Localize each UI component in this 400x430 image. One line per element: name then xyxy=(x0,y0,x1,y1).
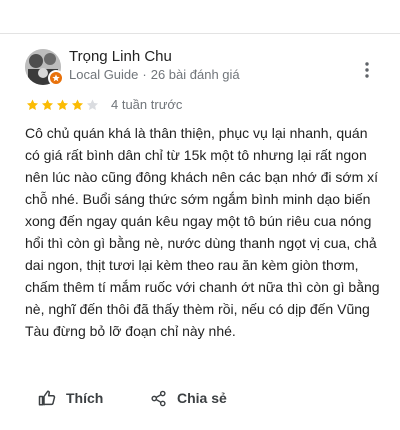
star-rating xyxy=(25,98,100,112)
share-button[interactable]: Chia sẻ xyxy=(150,386,227,410)
meta-separator: · xyxy=(142,67,147,82)
like-label: Thích xyxy=(66,390,104,406)
review-date: 4 tuần trước xyxy=(111,97,183,112)
review-count: 26 bài đánh giá xyxy=(150,67,240,82)
star-filled-icon xyxy=(41,99,54,111)
reviewer-meta: Local Guide · 26 bài đánh giá xyxy=(69,67,240,82)
thumb-up-icon xyxy=(38,390,56,406)
share-label: Chia sẻ xyxy=(177,390,227,406)
like-button[interactable]: Thích xyxy=(38,386,103,410)
local-guide-star-icon xyxy=(48,70,64,86)
review-card: Trọng Linh Chu Local Guide · 26 bài đánh g… xyxy=(0,34,400,430)
star-empty-icon xyxy=(86,99,99,111)
review-text: Cô chủ quán khá là thân thiện, phục vụ l… xyxy=(25,125,380,339)
star-filled-icon xyxy=(26,99,39,111)
star-filled-icon xyxy=(71,99,84,111)
star-filled-icon xyxy=(56,99,69,111)
local-guide-label: Local Guide xyxy=(69,67,139,82)
share-icon xyxy=(151,390,166,406)
more-vert-icon xyxy=(365,62,369,78)
reviewer-name[interactable]: Trọng Linh Chu xyxy=(69,48,172,65)
more-options-button[interactable] xyxy=(357,58,377,82)
